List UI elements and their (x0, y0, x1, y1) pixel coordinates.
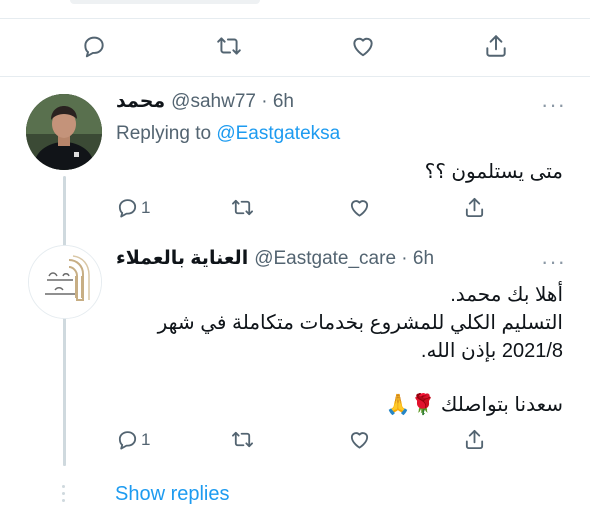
retweet-button[interactable] (215, 33, 243, 59)
share-icon (465, 429, 484, 450)
reply-icon (118, 431, 137, 450)
tweet-text-line: سعدنا بتواصلك 🌹🙏 (385, 394, 563, 416)
handle-and-time[interactable]: @sahw77 · 6h (171, 91, 294, 113)
tweet-text-line: 2021/8 بإذن الله. (420, 340, 563, 362)
display-name[interactable]: العناية بالعملاء (116, 247, 248, 270)
more-icon: ··· (541, 249, 566, 274)
faded-text (70, 0, 260, 4)
like-icon (350, 432, 369, 449)
like-button[interactable] (347, 428, 372, 451)
retweet-button[interactable] (230, 428, 255, 451)
avatar[interactable] (28, 245, 102, 319)
like-icon (353, 37, 373, 57)
share-icon (486, 35, 506, 57)
previous-tweet-fragment (0, 0, 590, 20)
share-button[interactable] (483, 33, 509, 59)
reply-button[interactable]: 1 (116, 196, 150, 219)
share-button[interactable] (463, 428, 486, 451)
more-options-button[interactable]: ··· (541, 94, 566, 116)
retweet-button[interactable] (230, 196, 255, 219)
tweet-header: محمد @sahw77 · 6h (116, 90, 294, 113)
share-button[interactable] (463, 196, 486, 219)
reply-button[interactable] (81, 33, 107, 59)
retweet-icon (232, 431, 253, 448)
replying-prefix: Replying to (116, 123, 217, 144)
replying-to: Replying to @Eastgateksa (116, 123, 340, 145)
user-photo-icon (26, 94, 102, 170)
company-logo-icon (29, 246, 101, 318)
thread-continuation-dots (62, 485, 66, 506)
more-icon: ··· (541, 92, 566, 117)
thread-line (63, 326, 66, 466)
reply-count: 1 (141, 429, 151, 449)
tweet-text-line: أهلا بك محمد. (450, 284, 563, 306)
show-replies-link[interactable]: Show replies (115, 483, 230, 506)
like-button[interactable] (347, 196, 372, 219)
tweet-text: متى يستلمون ؟؟ (424, 161, 563, 183)
divider (0, 76, 590, 77)
share-icon (465, 197, 484, 218)
display-name[interactable]: محمد (116, 90, 165, 113)
reply-icon (118, 199, 137, 218)
like-icon (350, 200, 369, 217)
more-options-button[interactable]: ··· (541, 251, 566, 273)
replying-handle-link[interactable]: @Eastgateksa (216, 123, 340, 144)
tweet-text-line: التسليم الكلي للمشروع بخدمات متكاملة في … (157, 312, 563, 334)
handle-and-time[interactable]: @Eastgate_care · 6h (254, 248, 434, 270)
like-button[interactable] (349, 33, 377, 59)
reply-icon (84, 36, 104, 58)
retweet-icon (217, 37, 241, 55)
retweet-icon (232, 199, 253, 216)
divider (0, 18, 590, 19)
reply-count: 1 (141, 197, 151, 217)
tweet-header: العناية بالعملاء @Eastgate_care · 6h (116, 247, 434, 270)
reply-button[interactable]: 1 (116, 428, 150, 451)
avatar[interactable] (26, 94, 102, 170)
